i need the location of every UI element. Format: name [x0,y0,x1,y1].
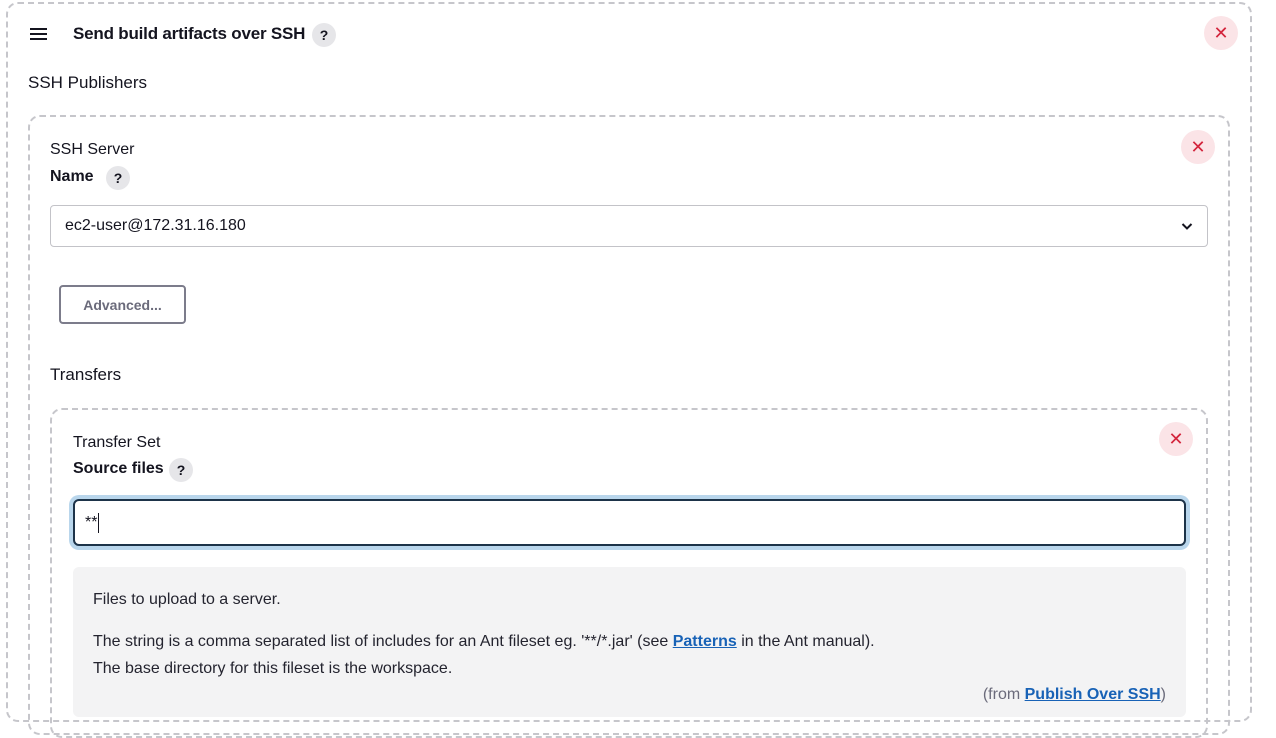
publish-over-ssh-link[interactable]: Publish Over SSH [1025,686,1161,703]
text-caret [98,512,100,533]
source-files-input[interactable]: ** [73,499,1186,546]
step-help-icon[interactable]: ? [312,23,336,47]
delete-server-close-icon[interactable]: ✕ [1181,130,1215,164]
step-title: Send build artifacts over SSH [73,24,306,43]
source-files-label: Source files [73,460,164,477]
help-source-attribution: (from Publish Over SSH) [983,686,1166,704]
advanced-button[interactable]: Advanced... [59,285,186,324]
ssh-publishers-title: SSH Publishers [28,73,148,92]
ssh-server-heading: SSH Server [50,141,135,158]
patterns-link[interactable]: Patterns [673,633,737,650]
name-help-icon[interactable]: ? [106,166,130,190]
delete-step-close-icon[interactable]: ✕ [1204,16,1238,50]
server-name-select[interactable]: ec2-user@172.31.16.180 [50,205,1208,247]
name-label: Name [50,168,94,185]
help-line-3: The base directory for this fileset is t… [93,660,453,677]
source-files-value: ** [85,513,98,531]
drag-handle-icon[interactable] [24,22,48,46]
source-files-help-panel: Files to upload to a server. The string … [73,567,1186,717]
help-line-2-tail: in the Ant manual). [736,633,875,650]
from-prefix: (from [982,686,1025,703]
chevron-down-icon [1181,223,1193,230]
server-name-value: ec2-user@172.31.16.180 [65,217,246,234]
help-line-2: The string is a comma separated list of … [93,633,875,651]
delete-transfer-close-icon[interactable]: ✕ [1159,422,1193,456]
transfers-title: Transfers [50,365,122,384]
help-line-1: Files to upload to a server. [93,591,281,608]
transfer-set-heading: Transfer Set [73,434,161,451]
source-files-help-icon[interactable]: ? [169,458,193,482]
help-line-2-text: The string is a comma separated list of … [93,633,673,650]
from-suffix: ) [1160,686,1166,703]
